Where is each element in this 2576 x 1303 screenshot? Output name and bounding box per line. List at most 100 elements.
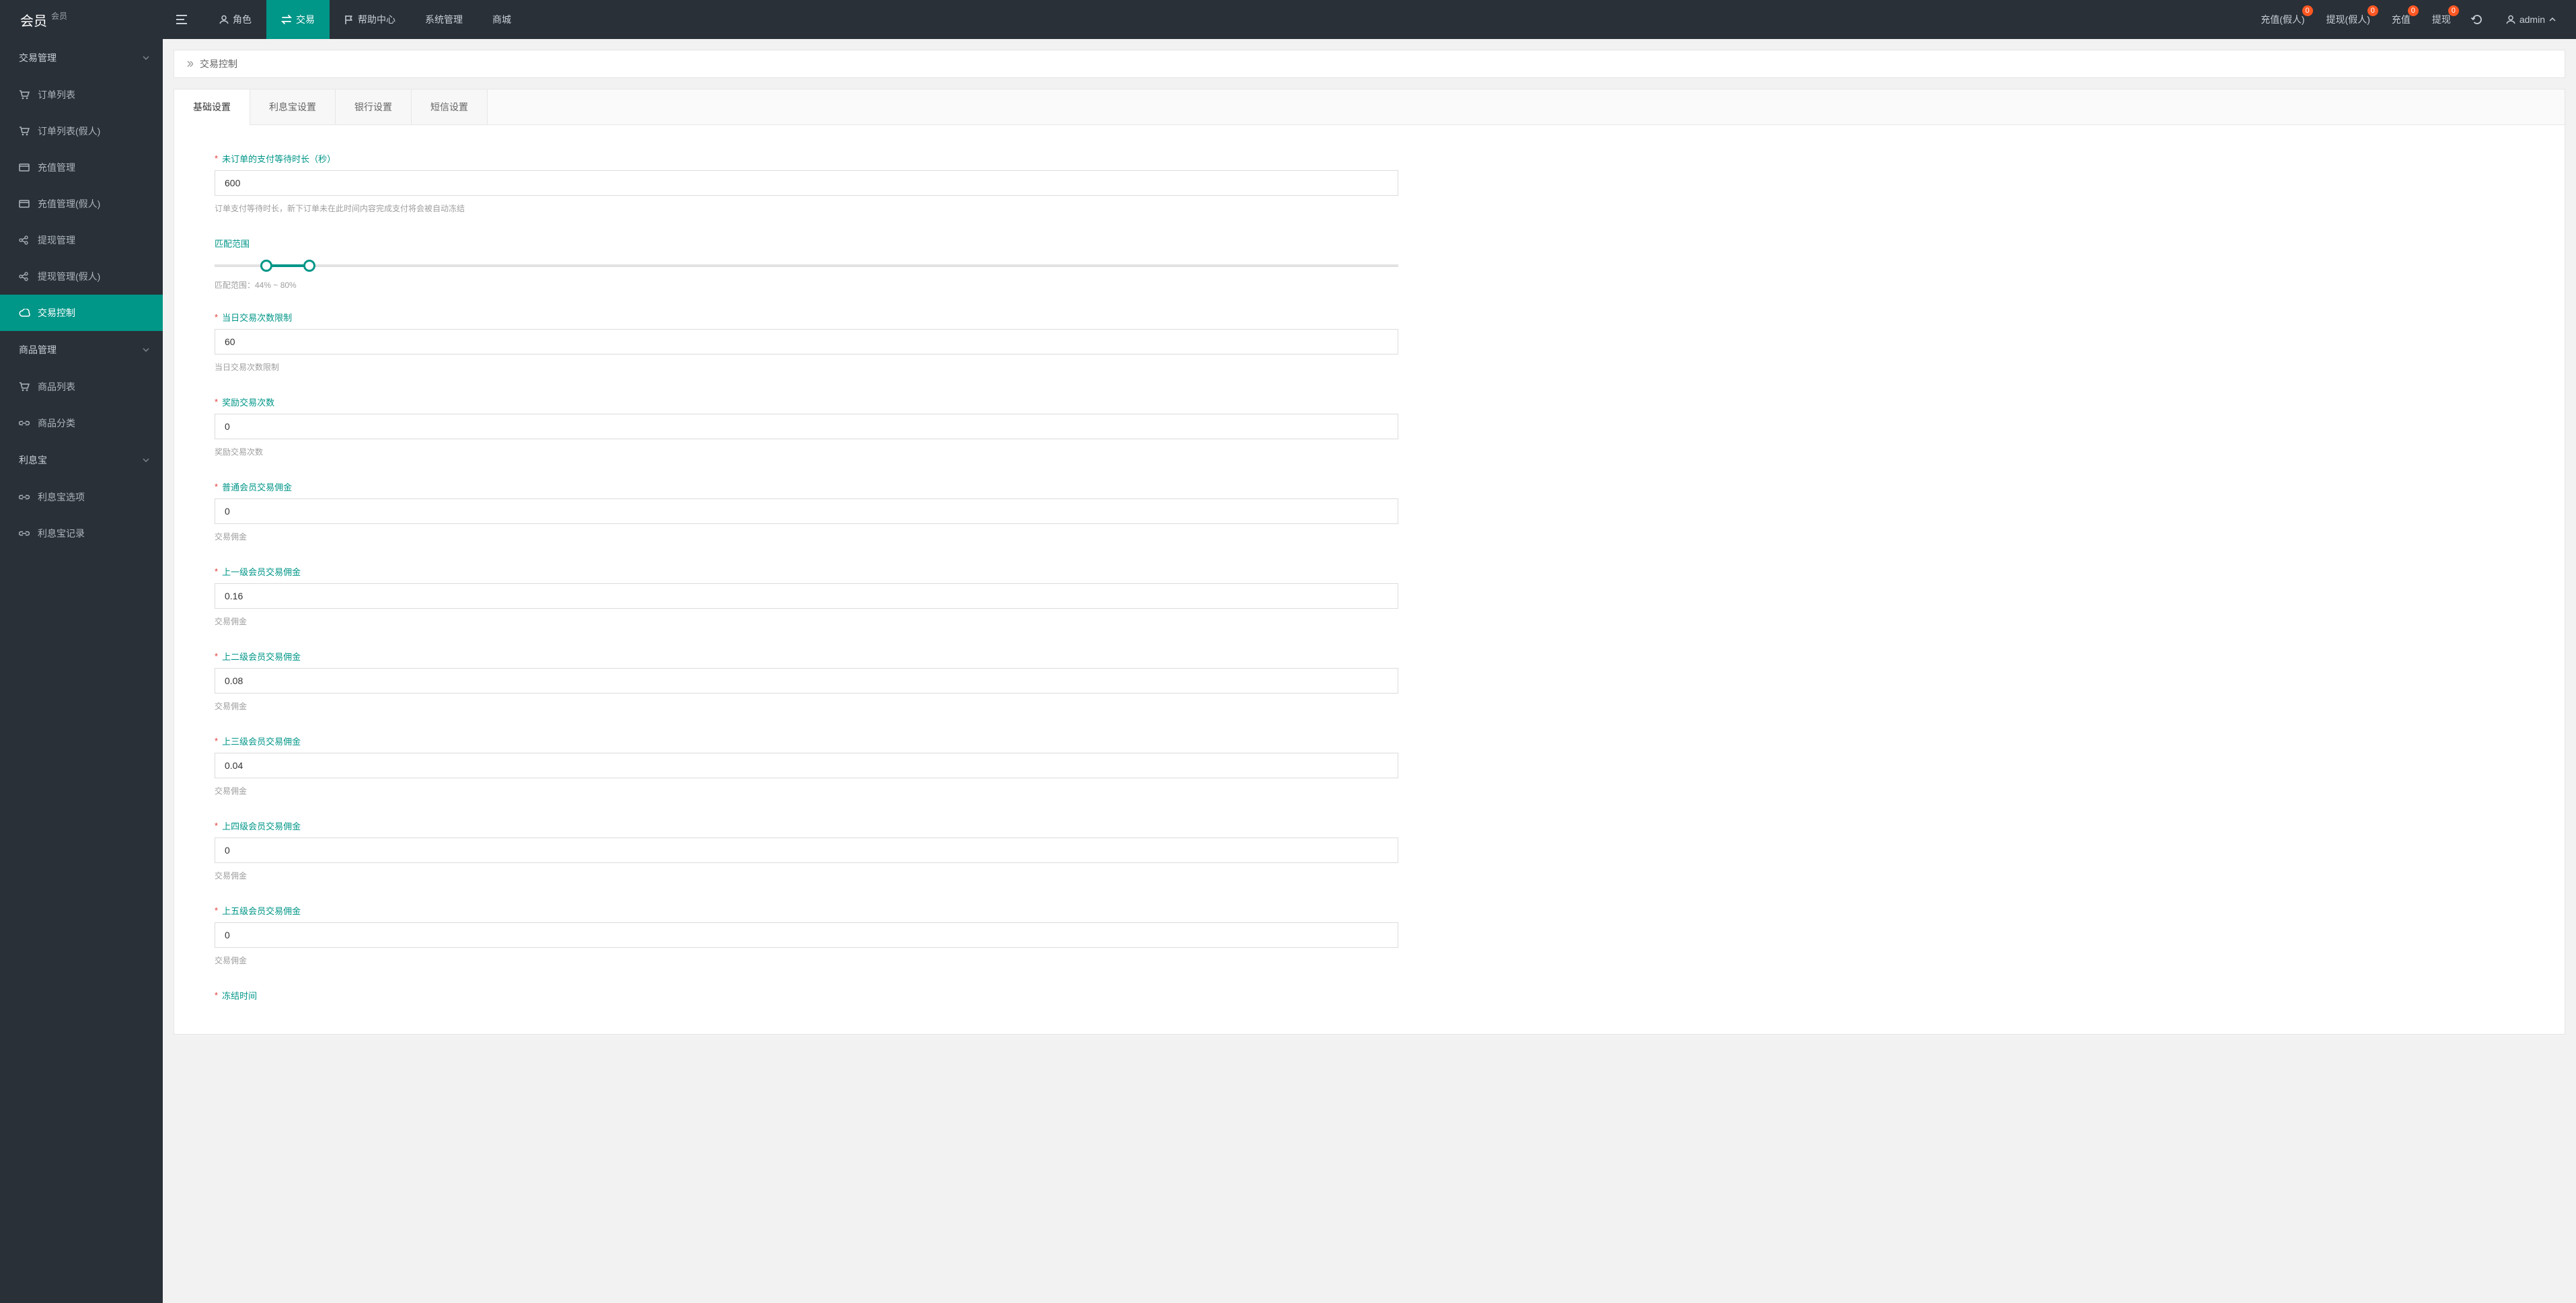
sidebar-group-label: 商品管理 (19, 343, 56, 357)
topnav-label: 帮助中心 (358, 13, 395, 26)
recharge-button[interactable]: 充值 0 (2381, 0, 2421, 39)
user-menu[interactable]: admin (2493, 0, 2569, 39)
sidebar-item-withdraw-fake[interactable]: 提现管理(假人) (0, 258, 163, 295)
card-icon (19, 200, 31, 208)
sidebar-item-label: 订单列表(假人) (38, 124, 100, 138)
topnav-item-mall[interactable]: 商城 (478, 0, 526, 39)
bonus-count-input[interactable] (215, 414, 1398, 439)
chevron-down-icon (143, 348, 149, 352)
sidebar-item-interest-records[interactable]: 利息宝记录 (0, 515, 163, 552)
topnav-item-system[interactable]: 系统管理 (410, 0, 478, 39)
field-payment-wait: *未订单的支付等待时长（秒） 订单支付等待时长，新下订单未在此时间内容完成支付将… (215, 152, 1398, 214)
sidebar-item-label: 订单列表 (38, 88, 75, 102)
tab-basic[interactable]: 基础设置 (174, 89, 250, 124)
field-help: 匹配范围：44% ~ 80% (215, 279, 1398, 291)
sidebar-item-order-list[interactable]: 订单列表 (0, 77, 163, 113)
brand: 会员 会员 (0, 0, 163, 39)
comm-l5-input[interactable] (215, 922, 1398, 948)
field-comm-l1: *上一级会员交易佣金 交易佣金 (215, 565, 1398, 627)
slider-knob-low[interactable] (260, 260, 272, 272)
badge: 0 (2448, 5, 2459, 16)
sidebar-item-product-category[interactable]: 商品分类 (0, 405, 163, 441)
required-mark: * (215, 651, 218, 661)
topnav-item-transaction[interactable]: 交易 (266, 0, 330, 39)
sidebar-group-label: 利息宝 (19, 453, 47, 467)
tab-interest[interactable]: 利息宝设置 (250, 89, 336, 124)
field-label: 冻结时间 (222, 989, 257, 1002)
payment-wait-input[interactable] (215, 170, 1398, 196)
field-comm-l2: *上二级会员交易佣金 交易佣金 (215, 650, 1398, 712)
withdraw-fake-button[interactable]: 提现(假人) 0 (2316, 0, 2381, 39)
user-name: admin (2520, 14, 2545, 25)
field-help: 订单支付等待时长，新下订单未在此时间内容完成支付将会被自动冻结 (215, 202, 1398, 214)
chevron-down-icon (143, 458, 149, 462)
hamburger-button[interactable] (163, 0, 204, 39)
field-label: 普通会员交易佣金 (222, 480, 292, 493)
field-label: 未订单的支付等待时长（秒） (222, 152, 336, 165)
top-bar: 会员 会员 角色 交易 帮助中心 系统管理 (0, 0, 2576, 39)
sidebar-item-product-list[interactable]: 商品列表 (0, 369, 163, 405)
sidebar-item-withdraw[interactable]: 提现管理 (0, 222, 163, 258)
flag-icon (344, 15, 354, 24)
sidebar-item-order-list-fake[interactable]: 订单列表(假人) (0, 113, 163, 149)
topnav-item-role[interactable]: 角色 (204, 0, 266, 39)
required-mark: * (215, 397, 218, 407)
sidebar: 交易管理 订单列表 订单列表(假人) 充值管理 充值管理(假人) 提现管理 提现… (0, 39, 163, 1303)
brand-subtitle: 会员 (51, 10, 67, 22)
topnav-label: 系统管理 (425, 13, 463, 26)
comm-l3-input[interactable] (215, 753, 1398, 778)
link-icon (19, 420, 31, 426)
topright-label: 提现 (2432, 13, 2451, 26)
badge: 0 (2408, 5, 2419, 16)
tab-bank[interactable]: 银行设置 (336, 89, 412, 124)
required-mark: * (215, 312, 218, 322)
chevron-up-icon (2549, 17, 2556, 22)
field-help: 奖励交易次数 (215, 446, 1398, 457)
field-comm-l5: *上五级会员交易佣金 交易佣金 (215, 904, 1398, 966)
refresh-icon (2471, 13, 2483, 26)
sidebar-item-label: 充值管理 (38, 161, 75, 174)
field-label: 上二级会员交易佣金 (222, 650, 301, 663)
recharge-fake-button[interactable]: 充值(假人) 0 (2250, 0, 2315, 39)
topbar-right: 充值(假人) 0 提现(假人) 0 充值 0 提现 0 admin (2250, 0, 2576, 39)
field-label: 奖励交易次数 (222, 396, 274, 408)
comm-l1-input[interactable] (215, 583, 1398, 609)
refresh-button[interactable] (2462, 0, 2493, 39)
topnav-label: 角色 (233, 13, 252, 26)
daily-limit-input[interactable] (215, 329, 1398, 355)
sidebar-item-recharge-fake[interactable]: 充值管理(假人) (0, 186, 163, 222)
tab-label: 基础设置 (193, 100, 231, 114)
cloud-icon (19, 309, 31, 317)
sidebar-group-transaction[interactable]: 交易管理 (0, 39, 163, 77)
range-slider[interactable] (215, 258, 1398, 274)
field-comm-l3: *上三级会员交易佣金 交易佣金 (215, 735, 1398, 796)
comm-l2-input[interactable] (215, 668, 1398, 694)
sidebar-item-transaction-control[interactable]: 交易控制 (0, 295, 163, 331)
withdraw-button[interactable]: 提现 0 (2421, 0, 2462, 39)
sidebar-item-recharge[interactable]: 充值管理 (0, 149, 163, 186)
tabs: 基础设置 利息宝设置 银行设置 短信设置 (174, 89, 2565, 125)
topnav-label: 商城 (492, 13, 511, 26)
sidebar-item-interest-options[interactable]: 利息宝选项 (0, 479, 163, 515)
comm-normal-input[interactable] (215, 498, 1398, 524)
sidebar-group-label: 交易管理 (19, 51, 56, 65)
user-icon (219, 15, 229, 24)
required-mark: * (215, 990, 218, 1000)
sidebar-item-label: 利息宝选项 (38, 490, 85, 504)
topnav-item-help[interactable]: 帮助中心 (330, 0, 410, 39)
field-comm-normal: *普通会员交易佣金 交易佣金 (215, 480, 1398, 542)
tab-sms[interactable]: 短信设置 (412, 89, 488, 124)
slider-knob-high[interactable] (303, 260, 315, 272)
cart-icon (19, 382, 31, 392)
tab-label: 短信设置 (430, 100, 468, 114)
card-icon (19, 163, 31, 172)
sidebar-group-interest[interactable]: 利息宝 (0, 441, 163, 479)
share-icon (19, 235, 31, 245)
field-daily-limit: *当日交易次数限制 当日交易次数限制 (215, 311, 1398, 373)
breadcrumb: 交易控制 (174, 50, 2565, 78)
sidebar-item-label: 提现管理 (38, 233, 75, 247)
comm-l4-input[interactable] (215, 837, 1398, 863)
hamburger-icon (176, 15, 187, 24)
top-nav: 角色 交易 帮助中心 系统管理 商城 (163, 0, 526, 39)
sidebar-group-product[interactable]: 商品管理 (0, 331, 163, 369)
